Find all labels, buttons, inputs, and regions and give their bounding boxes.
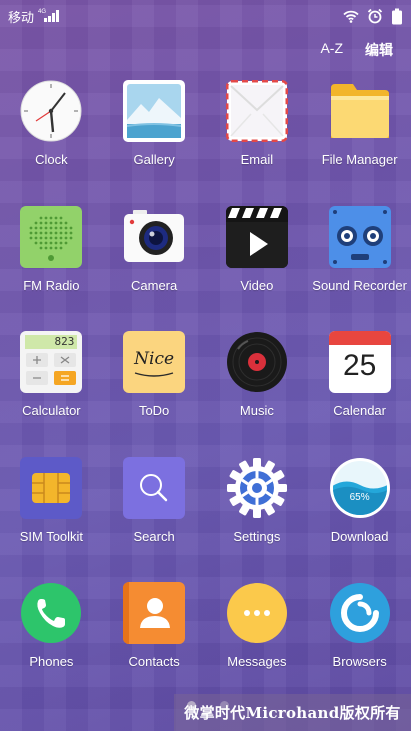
search-icon	[123, 456, 186, 519]
app-label: Gallery	[133, 152, 175, 167]
battery-icon	[392, 8, 402, 24]
gear-icon	[226, 457, 288, 519]
video-icon	[225, 205, 288, 268]
app-messages[interactable]: Messages	[206, 582, 309, 708]
app-gallery[interactable]: Gallery	[103, 80, 206, 206]
messages-icon	[226, 582, 288, 644]
music-icon	[226, 331, 288, 393]
download-icon: 65%	[329, 457, 391, 519]
app-sim-toolkit[interactable]: SIM Toolkit	[0, 456, 103, 583]
app-video[interactable]: Video	[206, 205, 309, 332]
app-grid: Clock Gallery Email File Manager FM Radi…	[0, 80, 411, 708]
app-browsers[interactable]: Browsers	[308, 582, 411, 708]
app-label: Download	[330, 528, 389, 544]
app-label: File Manager	[321, 152, 398, 167]
calendar-icon: 25	[328, 331, 391, 394]
app-download[interactable]: 65% Download	[308, 457, 411, 583]
app-music[interactable]: Music	[206, 331, 309, 457]
app-label: Search	[133, 528, 175, 544]
app-file-manager[interactable]: File Manager	[308, 80, 411, 206]
app-label: Contacts	[128, 654, 180, 670]
todo-note-text: Nice	[134, 349, 175, 370]
clock-icon	[20, 80, 82, 142]
app-email[interactable]: Email	[206, 80, 309, 206]
app-label: Video	[240, 277, 274, 293]
calendar-day: 25	[342, 349, 377, 383]
app-label: FM Radio	[23, 277, 80, 293]
app-label: Email	[240, 152, 274, 167]
app-search[interactable]: Search	[103, 456, 206, 583]
app-clock[interactable]: Clock	[0, 80, 103, 206]
status-bar: 移动 4G	[0, 0, 411, 32]
download-progress-text: 65%	[349, 492, 370, 504]
app-camera[interactable]: Camera	[103, 206, 206, 332]
wifi-icon	[343, 10, 359, 23]
app-label: Camera	[131, 277, 178, 293]
folder-icon	[329, 80, 391, 142]
watermark: 微掌时代Microhand版权所有	[174, 694, 411, 731]
calculator-icon: 823	[20, 331, 83, 394]
app-label: Music	[239, 403, 274, 419]
app-fm-radio[interactable]: FM Radio	[0, 205, 103, 332]
app-label: Sound Recorder	[312, 277, 407, 293]
contacts-icon	[123, 582, 186, 645]
app-label: Browsers	[332, 654, 387, 670]
alarm-icon	[367, 8, 383, 24]
radio-icon	[20, 205, 83, 268]
app-settings[interactable]: Settings	[206, 457, 309, 583]
sim-card-icon	[20, 456, 83, 519]
phone-icon	[20, 582, 82, 644]
app-todo[interactable]: Nice ToDo	[103, 331, 206, 457]
app-label: Phones	[29, 654, 74, 670]
recorder-icon	[328, 205, 391, 268]
app-label: Clock	[35, 152, 68, 167]
carrier-label: 移动	[8, 9, 35, 25]
app-label: Calculator	[22, 403, 81, 419]
gallery-icon	[123, 80, 186, 142]
sort-az-button[interactable]: A-Z	[320, 40, 343, 60]
app-label: Calendar	[333, 403, 386, 419]
browser-icon	[329, 582, 391, 644]
email-icon	[225, 80, 288, 142]
app-calendar[interactable]: 25 Calendar	[308, 331, 411, 457]
app-label: Settings	[233, 528, 281, 544]
app-sound-recorder[interactable]: Sound Recorder	[308, 205, 411, 332]
edit-button[interactable]: 编辑	[365, 40, 393, 60]
top-actions: A-Z 编辑	[320, 40, 393, 60]
app-label: Messages	[227, 654, 287, 670]
app-contacts[interactable]: Contacts	[103, 582, 206, 708]
camera-icon	[123, 206, 185, 268]
signal-icon: 4G	[38, 9, 60, 22]
app-phones[interactable]: Phones	[0, 582, 103, 708]
todo-icon: Nice	[123, 331, 186, 394]
app-label: ToDo	[138, 403, 170, 419]
app-calculator[interactable]: 823 Calculator	[0, 331, 103, 457]
app-label: SIM Toolkit	[19, 528, 84, 544]
